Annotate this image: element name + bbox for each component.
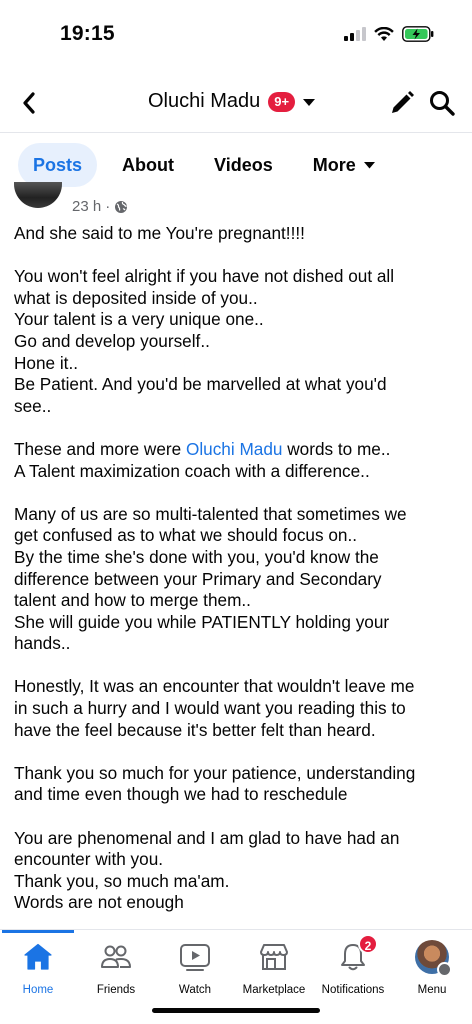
tab-more-label: More: [312, 155, 356, 175]
profile-tabs: Posts About Videos More: [18, 143, 400, 187]
header-divider: [0, 132, 472, 133]
post-line: She will guide you while PATIENTLY holdi…: [14, 611, 390, 632]
profile-avatar: [415, 940, 452, 977]
mention-link[interactable]: Oluchi Madu: [186, 439, 283, 459]
pencil-icon: [392, 91, 414, 113]
tab-about[interactable]: About: [107, 143, 189, 187]
mention-prefix: These and more were: [14, 438, 186, 459]
nav-menu-label: Menu: [417, 984, 447, 996]
post-line: Go and develop yourself..: [14, 330, 210, 351]
nav-home[interactable]: Home: [0, 940, 78, 1004]
wifi-icon: [374, 26, 394, 41]
tab-videos-label: Videos: [214, 155, 273, 175]
watch-icon: [178, 940, 212, 974]
search-icon: [430, 91, 455, 116]
signal-icon: [344, 27, 366, 41]
post-time-text: 23 h: [72, 198, 102, 215]
marketplace-icon: [257, 940, 291, 974]
profile-header: Oluchi Madu 9+: [0, 78, 472, 128]
status-time: 19:15: [60, 22, 115, 45]
post-line: talent and how to merge them..: [14, 590, 251, 611]
home-icon: [21, 940, 55, 974]
post-line: see..: [14, 395, 52, 416]
nav-watch-label: Watch: [178, 984, 212, 996]
post-line: Thank you so much for your patience, und…: [14, 762, 416, 783]
post-line: get confused as to what we should focus …: [14, 525, 358, 546]
nav-menu[interactable]: Menu: [392, 940, 472, 1004]
tab-posts[interactable]: Posts: [18, 143, 98, 187]
nav-watch[interactable]: Watch: [155, 940, 235, 1004]
post-line: Many of us are so multi-talented that so…: [14, 503, 407, 524]
battery-charging-icon: [402, 26, 434, 42]
post-line: You won't feel alright if you have not d…: [14, 266, 395, 287]
post-line: Thank you, so much ma'am.: [14, 870, 230, 891]
globe-icon: [115, 200, 128, 213]
post-text: And she said to me You're pregnant!!!! Y…: [14, 223, 458, 914]
tab-posts-label: Posts: [33, 155, 83, 175]
post-line: Be Patient. And you'd be marvelled at wh…: [14, 374, 387, 395]
post-line: By the time she's done with you, you'd k…: [14, 546, 379, 567]
home-indicator: [152, 1008, 320, 1013]
bell-icon: 2: [336, 934, 378, 974]
nav-marketplace[interactable]: Marketplace: [234, 940, 314, 1004]
caret-down-icon: [303, 98, 316, 106]
post-line: in such a hurry and I would want you rea…: [14, 698, 406, 719]
back-button[interactable]: [14, 88, 44, 118]
post-timestamp[interactable]: 23 h ·: [72, 198, 128, 215]
nav-friends-label: Friends: [96, 984, 136, 996]
nav-notifications-label: Notifications: [321, 984, 385, 996]
status-bar: 19:15: [0, 0, 472, 70]
post-meta: 23 h ·: [14, 182, 454, 220]
post-line: and time even though we had to reschedul…: [14, 784, 348, 805]
nav-friends[interactable]: Friends: [76, 940, 156, 1004]
post-line: Honestly, It was an encounter that would…: [14, 676, 415, 697]
menu-avatar-wrap: [415, 940, 452, 977]
post-line: Your talent is a very unique one..: [14, 309, 264, 330]
search-button[interactable]: [428, 89, 456, 117]
post-line: A Talent maximization coach with a diffe…: [14, 460, 370, 481]
post-line: encounter with you.: [14, 849, 164, 870]
back-arrow-icon: [23, 92, 35, 114]
post-line: hands..: [14, 633, 71, 654]
post-line: And she said to me You're pregnant!!!!: [14, 223, 305, 243]
edit-button[interactable]: [388, 89, 416, 117]
active-tab-indicator: [2, 930, 74, 933]
post-line: have the feel because it's better felt t…: [14, 719, 376, 740]
post-line: what is deposited inside of you..: [14, 287, 258, 308]
tab-more[interactable]: More: [298, 143, 390, 187]
author-avatar[interactable]: [14, 182, 62, 208]
status-icons: [344, 26, 434, 42]
nav-marketplace-label: Marketplace: [242, 984, 306, 996]
profile-name-switcher[interactable]: Oluchi Madu 9+: [148, 90, 316, 113]
nav-home-label: Home: [22, 984, 54, 996]
caret-down-icon: [363, 161, 375, 168]
post-line: Hone it..: [14, 352, 79, 373]
friends-icon: [99, 940, 133, 974]
nav-notifications[interactable]: 2 Notifications: [313, 934, 393, 1004]
post-meta-separator: ·: [105, 198, 111, 215]
profile-name: Oluchi Madu: [148, 90, 261, 112]
post-line: You are phenomenal and I am glad to have…: [14, 827, 400, 848]
profile-badge: 9+: [268, 91, 296, 112]
post-line: difference between your Primary and Seco…: [14, 568, 382, 589]
menu-badge: [437, 962, 452, 977]
post-line: Words are not enough: [14, 892, 184, 913]
notifications-badge: 2: [358, 934, 378, 954]
tab-videos[interactable]: Videos: [199, 143, 288, 187]
tab-about-label: About: [122, 155, 175, 175]
mention-suffix: words to me..: [282, 438, 391, 459]
post-line-with-mention: These and more were Oluchi Madu words to…: [14, 439, 458, 461]
